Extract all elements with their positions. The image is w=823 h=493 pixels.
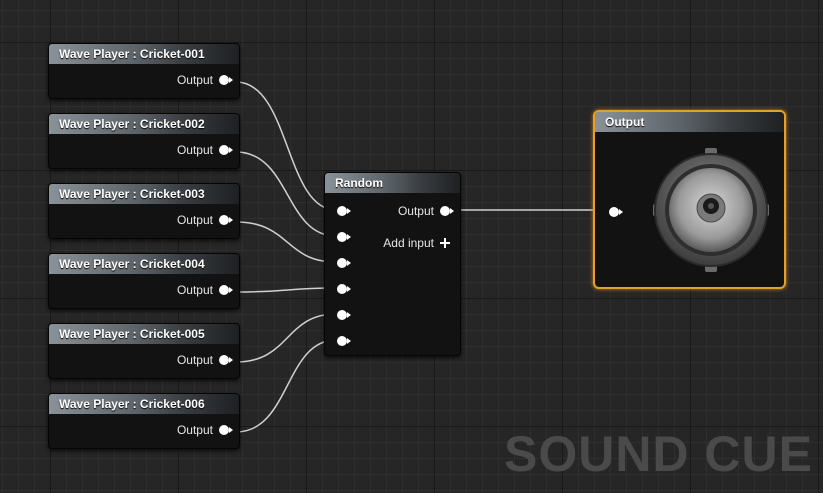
- output-pin-label: Output: [176, 73, 213, 87]
- add-input-button[interactable]: Add input: [383, 236, 450, 250]
- output-pin-label: Output: [397, 204, 434, 218]
- wave-player-node-cricket-004[interactable]: Wave Player : Cricket-004 Output: [48, 253, 240, 309]
- output-pin-icon[interactable]: [219, 75, 233, 85]
- node-title: Wave Player : Cricket-006: [49, 394, 239, 414]
- output-pin-row[interactable]: Output: [176, 353, 233, 367]
- wire-cricket-002: [235, 151, 337, 237]
- wave-player-node-cricket-001[interactable]: Wave Player : Cricket-001 Output: [48, 43, 240, 99]
- output-pin-icon[interactable]: [219, 355, 233, 365]
- node-title: Wave Player : Cricket-001: [49, 44, 239, 64]
- input-pin-icon[interactable]: [337, 232, 351, 242]
- output-pin-icon[interactable]: [440, 206, 454, 216]
- output-pin-row[interactable]: Output: [397, 204, 454, 218]
- output-pin-row[interactable]: Output: [176, 283, 233, 297]
- node-title: Random: [325, 173, 460, 193]
- output-pin-icon[interactable]: [219, 425, 233, 435]
- node-title: Wave Player : Cricket-005: [49, 324, 239, 344]
- input-pin-icon[interactable]: [337, 310, 351, 320]
- wave-player-node-cricket-005[interactable]: Wave Player : Cricket-005 Output: [48, 323, 240, 379]
- input-pin-icon[interactable]: [337, 336, 351, 346]
- output-pin-icon[interactable]: [219, 145, 233, 155]
- input-pin-icon[interactable]: [337, 206, 351, 216]
- graph-canvas[interactable]: Wave Player : Cricket-001 Output Wave Pl…: [0, 0, 823, 493]
- output-pin-label: Output: [176, 423, 213, 437]
- output-pin-icon[interactable]: [219, 285, 233, 295]
- output-node[interactable]: Output: [593, 110, 786, 289]
- sound-cue-watermark: SOUND CUE: [503, 426, 813, 482]
- node-title: Wave Player : Cricket-004: [49, 254, 239, 274]
- wire-cricket-001: [235, 81, 337, 211]
- output-pin-row[interactable]: Output: [176, 143, 233, 157]
- add-input-label: Add input: [383, 236, 434, 250]
- output-pin-row[interactable]: Output: [176, 423, 233, 437]
- random-node[interactable]: Random Output Add input: [324, 172, 461, 356]
- wave-player-node-cricket-002[interactable]: Wave Player : Cricket-002 Output: [48, 113, 240, 169]
- wire-cricket-006: [235, 339, 337, 433]
- node-title: Wave Player : Cricket-003: [49, 184, 239, 204]
- input-pin-icon[interactable]: [337, 258, 351, 268]
- wave-player-node-cricket-003[interactable]: Wave Player : Cricket-003 Output: [48, 183, 240, 239]
- wire-cricket-004: [235, 287, 337, 293]
- node-title: Output: [595, 112, 784, 132]
- output-pin-row[interactable]: Output: [176, 213, 233, 227]
- plus-icon: [440, 238, 450, 248]
- output-pin-icon[interactable]: [219, 215, 233, 225]
- output-pin-label: Output: [176, 283, 213, 297]
- wire-cricket-003: [235, 221, 337, 263]
- output-pin-label: Output: [176, 213, 213, 227]
- input-pin-icon[interactable]: [337, 284, 351, 294]
- speaker-icon: [653, 148, 769, 272]
- wave-player-node-cricket-006[interactable]: Wave Player : Cricket-006 Output: [48, 393, 240, 449]
- input-pin-icon[interactable]: [609, 207, 623, 217]
- output-pin-row[interactable]: Output: [176, 73, 233, 87]
- wire-cricket-005: [235, 313, 337, 363]
- output-pin-label: Output: [176, 143, 213, 157]
- output-pin-label: Output: [176, 353, 213, 367]
- node-title: Wave Player : Cricket-002: [49, 114, 239, 134]
